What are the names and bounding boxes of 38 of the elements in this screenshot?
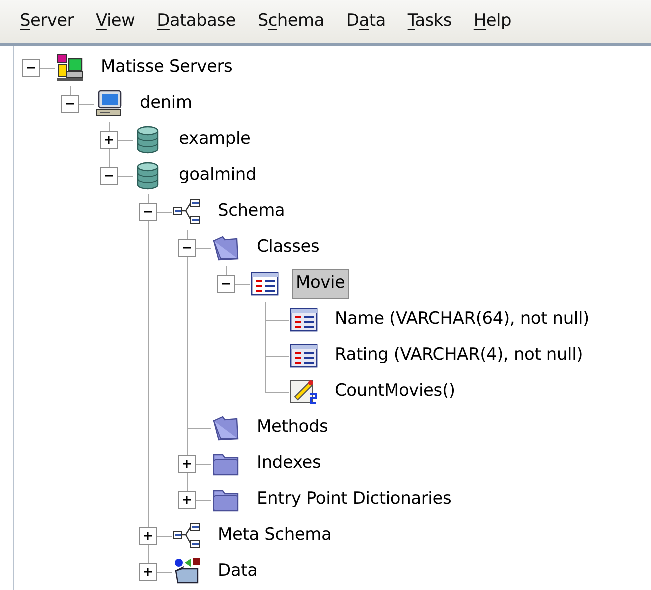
menu-item[interactable]: Help <box>474 8 512 34</box>
tree-item[interactable]: Rating (VARCHAR(4), not null) <box>331 341 588 371</box>
box-icon <box>172 557 202 587</box>
menu-item[interactable]: Database <box>157 8 236 34</box>
tree-item[interactable]: Schema <box>214 197 290 227</box>
expand-toggle[interactable] <box>139 527 157 545</box>
menu-item[interactable]: Server <box>20 8 74 34</box>
expand-toggle[interactable] <box>100 131 118 149</box>
tree-item[interactable]: Entry Point Dictionaries <box>253 485 456 515</box>
collapse-toggle[interactable] <box>61 95 79 113</box>
tree-item[interactable]: Movie <box>292 269 350 299</box>
tree-item[interactable]: Classes <box>253 233 324 263</box>
tree-item[interactable]: Methods <box>253 413 332 443</box>
expand-toggle[interactable] <box>139 563 157 581</box>
collapse-toggle[interactable] <box>178 239 196 257</box>
table-icon <box>289 305 319 335</box>
computer-icon <box>94 89 124 119</box>
collapse-toggle[interactable] <box>100 167 118 185</box>
tree-item[interactable]: Matisse Servers <box>97 53 237 83</box>
menu-item[interactable]: Data <box>346 8 386 34</box>
tree-item[interactable]: Name (VARCHAR(64), not null) <box>331 305 594 335</box>
expand-toggle[interactable] <box>178 491 196 509</box>
expand-toggle[interactable] <box>178 455 196 473</box>
tree-item[interactable]: denim <box>136 89 196 119</box>
tree-item[interactable]: Data <box>214 557 262 587</box>
collapse-toggle[interactable] <box>139 203 157 221</box>
tree-item[interactable]: Meta Schema <box>214 521 336 551</box>
tree-item[interactable]: example <box>175 125 255 155</box>
collapse-toggle[interactable] <box>217 275 235 293</box>
collapse-toggle[interactable] <box>22 59 40 77</box>
tree-item[interactable]: CountMovies() <box>331 377 460 407</box>
tree-item[interactable]: Indexes <box>253 449 326 479</box>
table-icon <box>250 269 280 299</box>
menu-item[interactable]: Schema <box>258 8 324 34</box>
menu-item[interactable]: View <box>96 8 136 34</box>
menu-item[interactable]: Tasks <box>408 8 452 34</box>
table-icon <box>289 341 319 371</box>
tree-item[interactable]: goalmind <box>175 161 261 191</box>
